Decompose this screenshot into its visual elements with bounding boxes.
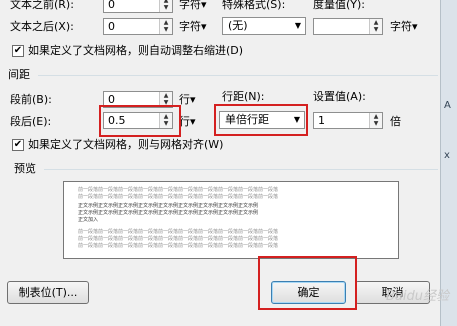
indent-before-field[interactable]: 0 ▲ ▼ bbox=[103, 0, 173, 13]
set-value-label: 设置值(A): bbox=[313, 90, 366, 103]
indent-after-value: 0 bbox=[108, 20, 115, 33]
highlight-space-after bbox=[99, 105, 181, 137]
line-spacing-label: 行距(N): bbox=[222, 90, 265, 103]
preview-sample-line: 正文示例正文示例正文示例正文示例正文示例正文示例正文示例正文示例正文示例 bbox=[78, 203, 259, 209]
special-format-select[interactable]: (无) ▼ bbox=[222, 17, 306, 35]
indent-before-value: 0 bbox=[108, 0, 115, 11]
side-mark-a: A bbox=[444, 100, 451, 111]
set-value-value: 1 bbox=[318, 114, 325, 127]
preview-prev-line: 前一段落前一段落前一段落前一段落前一段落前一段落前一段落前一段落前一段落前一段落 bbox=[78, 194, 279, 200]
preview-next-line: 前一段落前一段落前一段落前一段落前一段落前一段落前一段落前一段落前一段落前一段落 bbox=[78, 229, 279, 235]
side-mark-b: x bbox=[444, 150, 450, 161]
set-value-unit: 倍 bbox=[390, 115, 401, 128]
preview-next-line: 前一段落前一段落前一段落前一段落前一段落前一段落前一段落前一段落前一段落前一段落 bbox=[78, 243, 279, 249]
set-value-field[interactable]: 1 ▲ ▼ bbox=[313, 112, 383, 129]
preview-pane: 前一段落前一段落前一段落前一段落前一段落前一段落前一段落前一段落前一段落前一段落… bbox=[63, 181, 399, 259]
preview-next-line: 前一段落前一段落前一段落前一段落前一段落前一段落前一段落前一段落前一段落前一段落 bbox=[78, 236, 279, 242]
indent-after-field[interactable]: 0 ▲ ▼ bbox=[103, 18, 173, 35]
preview-prev-line: 前一段落前一段落前一段落前一段落前一段落前一段落前一段落前一段落前一段落前一段落 bbox=[78, 187, 279, 193]
measure-unit[interactable]: 字符▾ bbox=[390, 20, 418, 34]
indent-after-unit[interactable]: 字符▾ bbox=[179, 20, 207, 34]
special-format-value: (无) bbox=[228, 19, 248, 32]
tabs-button[interactable]: 制表位(T)... bbox=[7, 281, 89, 304]
snap-grid-label: 如果定义了文档网格，则与网格对齐(W) bbox=[28, 138, 224, 151]
snap-grid-checkbox[interactable]: ✔ bbox=[12, 139, 24, 151]
spacing-section-title: 间距 bbox=[8, 68, 30, 81]
special-format-label: 特殊格式(S): bbox=[222, 0, 286, 11]
indent-after-label: 文本之后(X): bbox=[10, 20, 74, 33]
set-value-spinner[interactable]: ▲ ▼ bbox=[369, 113, 382, 128]
indent-after-spinner[interactable]: ▲ ▼ bbox=[159, 19, 172, 34]
measure-label: 度量值(Y): bbox=[313, 0, 366, 11]
highlight-ok-button bbox=[258, 256, 357, 310]
indent-before-unit[interactable]: 字符▾ bbox=[179, 0, 207, 12]
auto-adjust-checkbox[interactable]: ✔ bbox=[12, 45, 24, 57]
background-window-strip: A x bbox=[440, 0, 457, 326]
preview-short-line: 正文加入 bbox=[78, 217, 99, 223]
spacing-divider bbox=[38, 75, 438, 76]
watermark: Baidu经验 bbox=[386, 289, 449, 304]
indent-before-spinner[interactable]: ▲ ▼ bbox=[159, 0, 172, 12]
space-before-label: 段前(B): bbox=[10, 93, 52, 106]
space-after-unit[interactable]: 行▾ bbox=[179, 115, 196, 129]
indent-before-label: 文本之前(R): bbox=[10, 0, 74, 11]
space-before-unit[interactable]: 行▾ bbox=[179, 93, 196, 107]
measure-field[interactable]: ▲ ▼ bbox=[313, 18, 383, 35]
highlight-line-spacing bbox=[214, 104, 308, 136]
auto-adjust-label: 如果定义了文档网格，则自动调整右缩进(D) bbox=[28, 44, 244, 57]
preview-section-title: 预览 bbox=[14, 162, 36, 175]
measure-spinner[interactable]: ▲ ▼ bbox=[369, 19, 382, 34]
preview-divider bbox=[44, 169, 438, 170]
preview-sample-line: 正文示例正文示例正文示例正文示例正文示例正文示例正文示例正文示例正文示例 bbox=[78, 210, 259, 216]
chevron-down-icon: ▼ bbox=[294, 21, 301, 30]
space-after-label: 段后(E): bbox=[10, 115, 52, 128]
